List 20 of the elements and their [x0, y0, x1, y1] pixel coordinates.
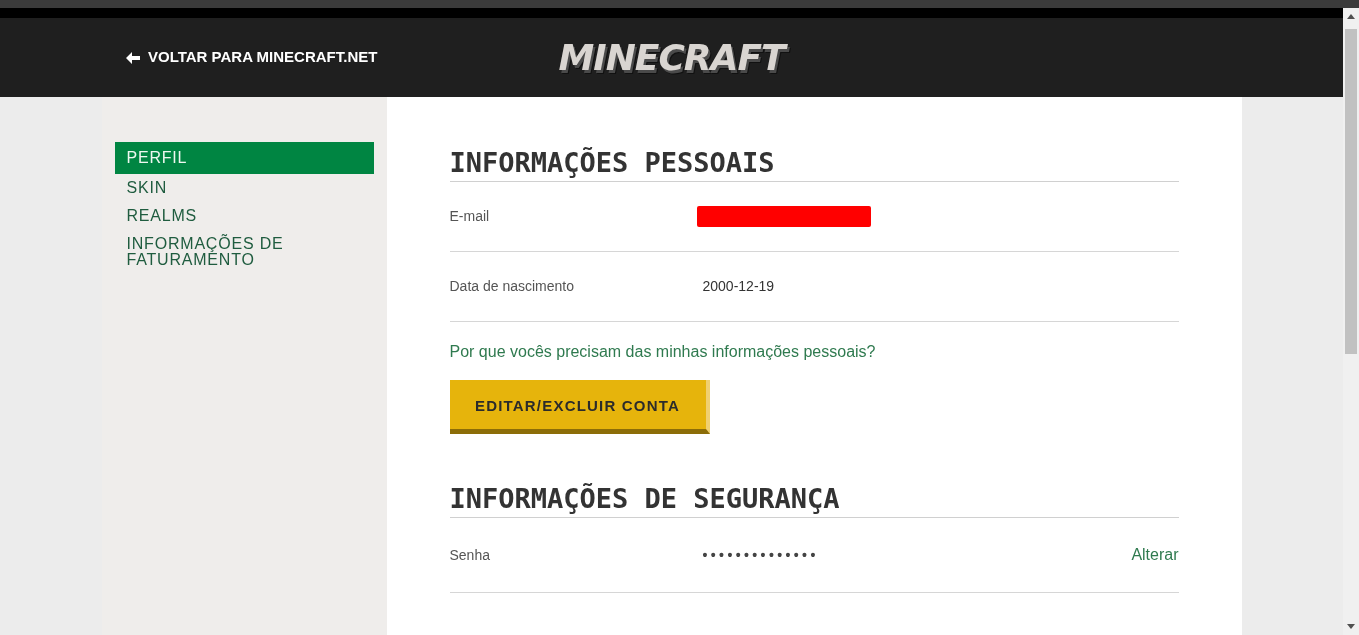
section-heading: INFORMAÇÕES DE SEGURANÇA: [449, 483, 1179, 518]
scroll-up-icon[interactable]: [1347, 14, 1355, 19]
sidebar-item[interactable]: REALMS: [114, 202, 374, 230]
scrollbar-thumb[interactable]: [1345, 29, 1357, 354]
back-arrow-icon: [126, 50, 140, 65]
field-label: Data de nascimento: [449, 277, 576, 296]
scroll-down-icon[interactable]: [1347, 624, 1355, 629]
back-link[interactable]: VOLTAR PARA MINECRAFT.NET: [126, 46, 378, 69]
field-label: E-mail: [449, 207, 491, 226]
field-value: 2000-12-19: [702, 277, 775, 296]
field-label: Senha: [449, 545, 491, 565]
sidebar-item[interactable]: SKIN: [114, 174, 374, 202]
edit-account-button[interactable]: EDITAR/EXCLUIR CONTA: [449, 380, 710, 434]
sidebar-item[interactable]: PERFIL: [114, 142, 374, 174]
scrollbar[interactable]: [1343, 8, 1359, 635]
section-heading: INFORMAÇÕES PESSOAIS: [449, 147, 1179, 182]
sidebar-item[interactable]: INFORMAÇÕES DE FATURAMENTO: [114, 230, 374, 274]
change-link[interactable]: Alterar: [1131, 543, 1179, 567]
password-value: ••••••••••••••: [702, 545, 819, 565]
info-link[interactable]: Por que vocês precisam das minhas informações pessoais?: [449, 342, 876, 362]
